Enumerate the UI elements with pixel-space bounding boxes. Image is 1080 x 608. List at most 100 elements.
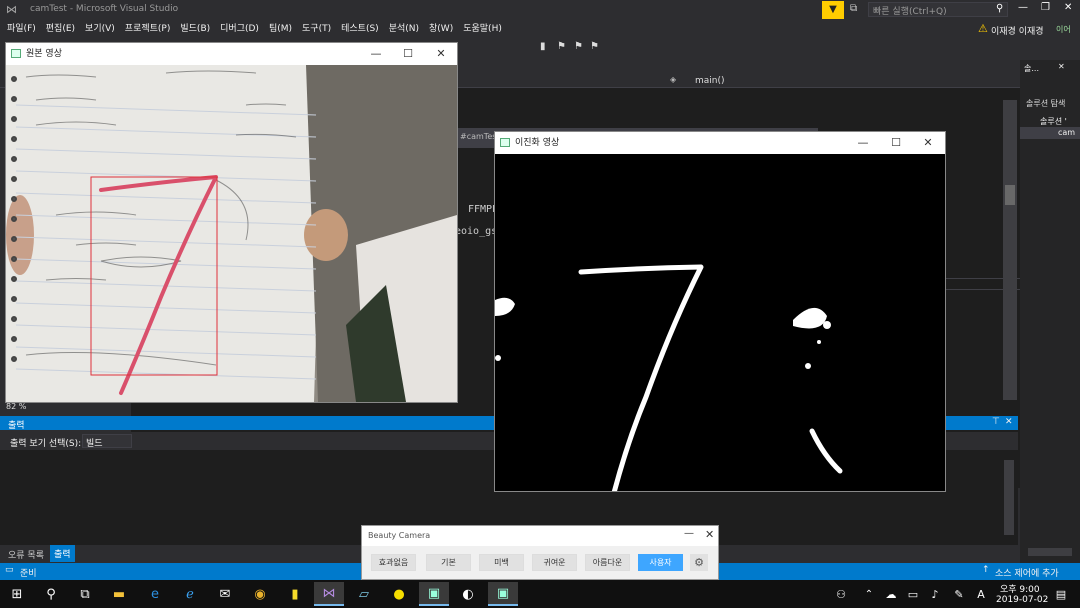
solution-search[interactable]: 솔루션 탐색: [1026, 98, 1065, 109]
menu-team[interactable]: 팀(M): [264, 20, 297, 38]
notification-icon[interactable]: ▤: [1046, 582, 1076, 606]
solution-explorer: 솔... ✕ 솔루션 탐색 솔루션 ' cam: [1020, 60, 1080, 565]
minimize-icon[interactable]: —: [1018, 2, 1028, 13]
user-name[interactable]: 이재경 이재경: [991, 24, 1044, 37]
app-icon[interactable]: ◐: [453, 582, 483, 606]
user-initials[interactable]: 이어: [1056, 24, 1071, 35]
notebook-photo: [6, 65, 457, 402]
settings-gear-icon[interactable]: ⚙: [690, 554, 708, 571]
file-explorer-icon[interactable]: ▬: [104, 582, 134, 606]
pin-icon[interactable]: ✕: [1058, 62, 1065, 71]
effect-basic-button[interactable]: 기본: [426, 554, 471, 571]
source-control-icon[interactable]: ↑: [982, 565, 990, 575]
binary-window-titlebar[interactable]: 이진화 영상 — ☐ ✕: [495, 132, 945, 154]
zoom-level[interactable]: 82 %: [6, 402, 26, 411]
binary-window[interactable]: 이진화 영상 — ☐ ✕: [494, 131, 946, 492]
ime-indicator[interactable]: A: [966, 582, 996, 606]
effect-cute-button[interactable]: 귀여운: [532, 554, 577, 571]
search-icon[interactable]: ⚲: [996, 3, 1003, 14]
status-icon: ▭: [5, 565, 14, 575]
mail-icon[interactable]: ✉: [210, 582, 240, 606]
minimize-icon[interactable]: —: [848, 132, 878, 154]
bookmark-next-icon[interactable]: ⚑: [557, 41, 566, 52]
clock-date[interactable]: 2019-07-02: [996, 595, 1048, 605]
kakaotalk-icon[interactable]: ●: [384, 582, 414, 606]
close-icon[interactable]: ✕: [426, 43, 456, 65]
solution-hscroll[interactable]: [1028, 548, 1072, 556]
bookmark-prev-icon[interactable]: ⚑: [574, 41, 583, 52]
menu-edit[interactable]: 편집(E): [41, 20, 80, 38]
function-dropdown-icon[interactable]: ◈: [670, 75, 676, 84]
window-title: camTest - Microsoft Visual Studio: [30, 4, 179, 14]
output-source-select[interactable]: 빌드: [82, 434, 132, 449]
original-window-titlebar[interactable]: 원본 영상 — ☐ ✕: [6, 43, 457, 65]
chrome-icon[interactable]: ◉: [245, 582, 275, 606]
start-windows-icon[interactable]: ⊞: [2, 582, 32, 606]
source-control[interactable]: 소스 제어에 추가: [995, 566, 1059, 579]
opencv-window-icon[interactable]: ▣: [488, 582, 518, 606]
menu-build[interactable]: 빌드(B): [175, 20, 215, 38]
opencv-window-icon[interactable]: ▣: [419, 582, 449, 606]
people-icon[interactable]: ⚇: [826, 582, 856, 606]
app-icon[interactable]: ▱: [349, 582, 379, 606]
beauty-camera-window[interactable]: Beauty Camera — ✕ 효과없음 기본 미백 귀여운 아름다운 사용…: [361, 525, 719, 580]
menu-debug[interactable]: 디버그(D): [215, 20, 264, 38]
maximize-icon[interactable]: ☐: [881, 132, 911, 154]
visual-studio-icon[interactable]: ⋈: [314, 582, 344, 606]
close-icon[interactable]: ✕: [1064, 2, 1072, 13]
quick-launch-input[interactable]: 빠른 실행(Ctrl+Q): [868, 2, 1008, 17]
internet-explorer-icon[interactable]: ℯ: [175, 582, 205, 606]
binary-image: [495, 154, 945, 491]
menu-help[interactable]: 도움말(H): [458, 20, 507, 38]
panel-close-icon[interactable]: ✕: [1005, 417, 1013, 427]
menu-analyze[interactable]: 분석(N): [384, 20, 424, 38]
panel-pin-icon[interactable]: ⊤: [992, 417, 1000, 427]
vs-menu-bar: 파일(F) 편집(E) 보기(V) 프로젝트(P) 빌드(B) 디버그(D) 팀(M) 도구(…: [0, 20, 1080, 38]
menu-view[interactable]: 보기(V): [80, 20, 120, 38]
binary-window-title: 이진화 영상: [515, 138, 560, 148]
menu-project[interactable]: 프로젝트(P): [120, 20, 176, 38]
effect-none-button[interactable]: 효과없음: [371, 554, 416, 571]
close-icon[interactable]: ✕: [913, 132, 943, 154]
menu-tools[interactable]: 도구(T): [297, 20, 336, 38]
original-window[interactable]: 원본 영상 — ☐ ✕: [5, 42, 458, 403]
vs-logo-icon: ⋈: [6, 3, 17, 16]
filter-icon[interactable]: ▼: [822, 1, 844, 19]
search-icon[interactable]: ⚲: [36, 582, 66, 606]
menu-file[interactable]: 파일(F): [2, 20, 41, 38]
task-view-icon[interactable]: ⧉: [70, 582, 100, 606]
solution-root[interactable]: 솔루션 ': [1040, 116, 1067, 127]
maximize-icon[interactable]: ☐: [393, 43, 423, 65]
taskbar: ⊞ ⚲ ⧉ ▬ e ℯ ✉ ◉ ▮ ⋈ ▱ ● ▣ ◐ ▣ ⚇ ⌃ ☁ ▭ ♪ …: [0, 580, 1080, 608]
minimize-icon[interactable]: —: [684, 528, 694, 539]
tab-output[interactable]: 출력: [50, 545, 75, 562]
restore-icon[interactable]: ❐: [1041, 2, 1050, 13]
menu-test[interactable]: 테스트(S): [336, 20, 384, 38]
effect-whitening-button[interactable]: 미백: [479, 554, 524, 571]
clock-time[interactable]: 오후 9:00: [1000, 582, 1040, 595]
vs-title-bar: ⋈ camTest - Microsoft Visual Studio ▼ ⧉ …: [0, 0, 1080, 20]
editor-scrollbar[interactable]: [1003, 100, 1017, 400]
binary-seven: [495, 264, 843, 491]
effect-beautiful-button[interactable]: 아름다운: [585, 554, 630, 571]
feedback-icon[interactable]: ⧉: [850, 3, 857, 14]
app-icon: [500, 138, 510, 147]
sticky-notes-icon[interactable]: ▮: [280, 582, 310, 606]
solution-header: 솔...: [1024, 64, 1039, 73]
scrollbar-thumb[interactable]: [1005, 185, 1015, 205]
close-icon[interactable]: ✕: [705, 528, 714, 541]
minimize-icon[interactable]: —: [361, 43, 391, 65]
bookmark-icon[interactable]: ▮: [540, 41, 546, 52]
menu-window[interactable]: 창(W): [424, 20, 458, 38]
output-scrollbar[interactable]: [1004, 460, 1014, 535]
function-dropdown[interactable]: main(): [695, 76, 725, 86]
beauty-camera-titlebar[interactable]: Beauty Camera — ✕: [362, 526, 718, 546]
bookmark-clear-icon[interactable]: ⚑: [590, 41, 599, 52]
edge-icon[interactable]: e: [140, 582, 170, 606]
tab-error-list[interactable]: 오류 목록: [8, 548, 44, 561]
status-ready: 준비: [20, 569, 37, 579]
solution-project-row[interactable]: cam: [1020, 127, 1080, 139]
effect-user-button[interactable]: 사용자: [638, 554, 683, 571]
warning-icon: ⚠: [978, 22, 988, 35]
original-camera-feed: [6, 65, 457, 402]
